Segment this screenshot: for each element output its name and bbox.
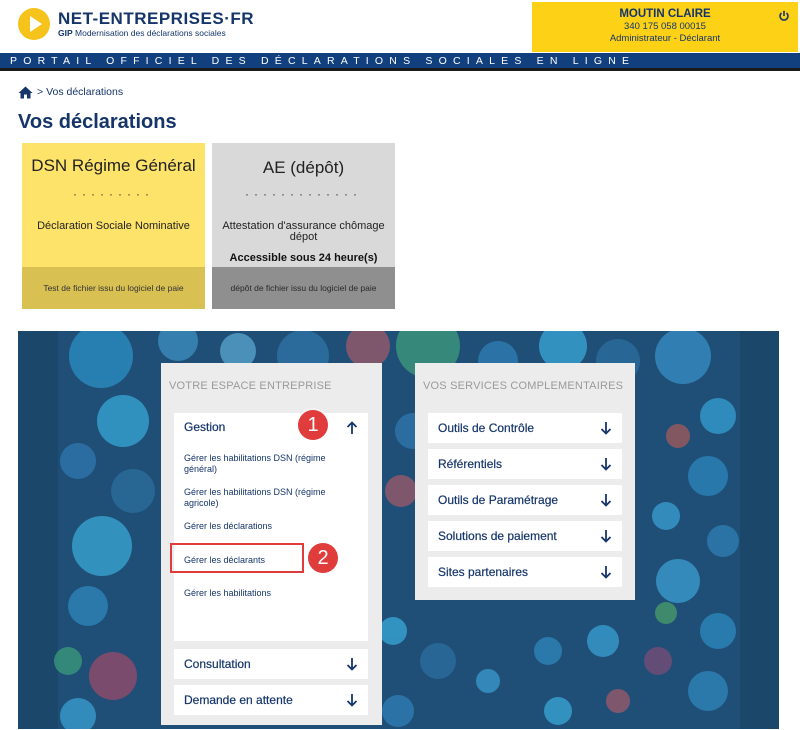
page-title: Vos déclarations: [18, 111, 177, 133]
arrow-down-icon[interactable]: [600, 421, 612, 435]
arrow-down-icon[interactable]: [600, 565, 612, 579]
tile-title: AE (dépôt): [262, 158, 345, 177]
site-logo-subtitle: GIP Modernisation des déclarations socia…: [58, 28, 226, 38]
service-label: Référentiels: [438, 457, 503, 471]
services-complementaires-title: VOS SERVICES COMPLEMENTAIRES: [423, 380, 624, 392]
user-role: Administrateur - Déclarant: [609, 33, 721, 44]
arrow-up-icon[interactable]: [346, 421, 358, 435]
accordion-demande-en-attente[interactable]: Demande en attente: [174, 685, 368, 715]
user-siret: 340 175 058 00015: [624, 21, 706, 32]
site-logo-name[interactable]: NET-ENTREPRISES·FR: [58, 9, 254, 29]
services-panel: VOTRE ESPACE ENTREPRISE Gestion Gérer le…: [18, 331, 779, 729]
accordion-consultation[interactable]: Consultation: [174, 649, 368, 679]
accordion-demande-label: Demande en attente: [184, 693, 293, 707]
service-sites-partenaires[interactable]: Sites partenaires: [428, 557, 622, 587]
link-gerer-habilitations[interactable]: Gérer les habilitations: [184, 588, 271, 599]
arrow-down-icon[interactable]: [600, 493, 612, 507]
service-label: Outils de Contrôle: [438, 421, 535, 435]
breadcrumb-current: Vos déclarations: [46, 86, 124, 98]
accordion-gestion-label: Gestion: [184, 420, 226, 434]
bokeh-background: [18, 331, 779, 729]
link-gerer-declarations[interactable]: Gérer les déclarations: [184, 521, 272, 532]
link-gerer-habilitations-dsn-agricole[interactable]: Gérer les habilitations DSN (régime agri…: [184, 487, 354, 509]
tile-dsn-regime-general[interactable]: DSN Régime Général ········· Déclaration…: [22, 143, 205, 309]
annotation-marker-1: 1: [298, 410, 328, 440]
tile-footer[interactable]: Test de fichier issu du logiciel de paie: [22, 267, 205, 309]
service-label: Solutions de paiement: [438, 529, 557, 543]
breadcrumb-separator: >: [37, 86, 44, 98]
arrow-down-icon[interactable]: [346, 657, 358, 671]
tile-dots: ·············: [245, 187, 362, 201]
site-header: NET-ENTREPRISES·FR GIP Modernisation des…: [0, 0, 800, 52]
tile-description: Attestation d'assurance chômage dépot: [222, 220, 385, 243]
espace-entreprise-title: VOTRE ESPACE ENTREPRISE: [169, 380, 332, 392]
arrow-down-icon[interactable]: [346, 693, 358, 707]
tile-dots: ·········: [73, 187, 154, 201]
arrow-down-icon[interactable]: [600, 457, 612, 471]
service-referentiels[interactable]: Référentiels: [428, 449, 622, 479]
tile-footer[interactable]: dépôt de fichier issu du logiciel de pai…: [212, 267, 395, 309]
link-gerer-habilitations-dsn-general[interactable]: Gérer les habilitations DSN (régime géné…: [184, 453, 354, 475]
portal-banner: PORTAIL OFFICIEL DES DÉCLARATIONS SOCIAL…: [0, 53, 800, 71]
power-icon[interactable]: [778, 10, 790, 22]
tile-description: Déclaration Sociale Nominative: [37, 220, 190, 232]
user-box: MOUTIN CLAIRE 340 175 058 00015 Administ…: [532, 2, 798, 52]
espace-entreprise-card: VOTRE ESPACE ENTREPRISE Gestion Gérer le…: [161, 363, 382, 725]
service-outils-controle[interactable]: Outils de Contrôle: [428, 413, 622, 443]
play-logo-icon[interactable]: [18, 8, 50, 40]
service-label: Sites partenaires: [438, 565, 529, 579]
gestion-submenu: Gérer les habilitations DSN (régime géné…: [174, 437, 368, 641]
annotation-highlight-box: [170, 543, 304, 573]
user-name: MOUTIN CLAIRE: [619, 8, 711, 20]
annotation-marker-2: 2: [308, 543, 338, 573]
arrow-down-icon[interactable]: [600, 529, 612, 543]
tile-ae-depot[interactable]: AE (dépôt) ············· Attestation d'a…: [212, 143, 395, 309]
service-label: Outils de Paramétrage: [438, 493, 559, 507]
services-complementaires-card: VOS SERVICES COMPLEMENTAIRES Outils de C…: [415, 363, 635, 600]
accordion-consultation-label: Consultation: [184, 657, 251, 671]
home-icon[interactable]: [18, 86, 33, 99]
tile-title: DSN Régime Général: [31, 156, 196, 175]
breadcrumb: > Vos déclarations: [18, 85, 123, 99]
tile-access-delay: Accessible sous 24 heure(s): [229, 252, 378, 264]
service-outils-parametrage[interactable]: Outils de Paramétrage: [428, 485, 622, 515]
service-solutions-paiement[interactable]: Solutions de paiement: [428, 521, 622, 551]
